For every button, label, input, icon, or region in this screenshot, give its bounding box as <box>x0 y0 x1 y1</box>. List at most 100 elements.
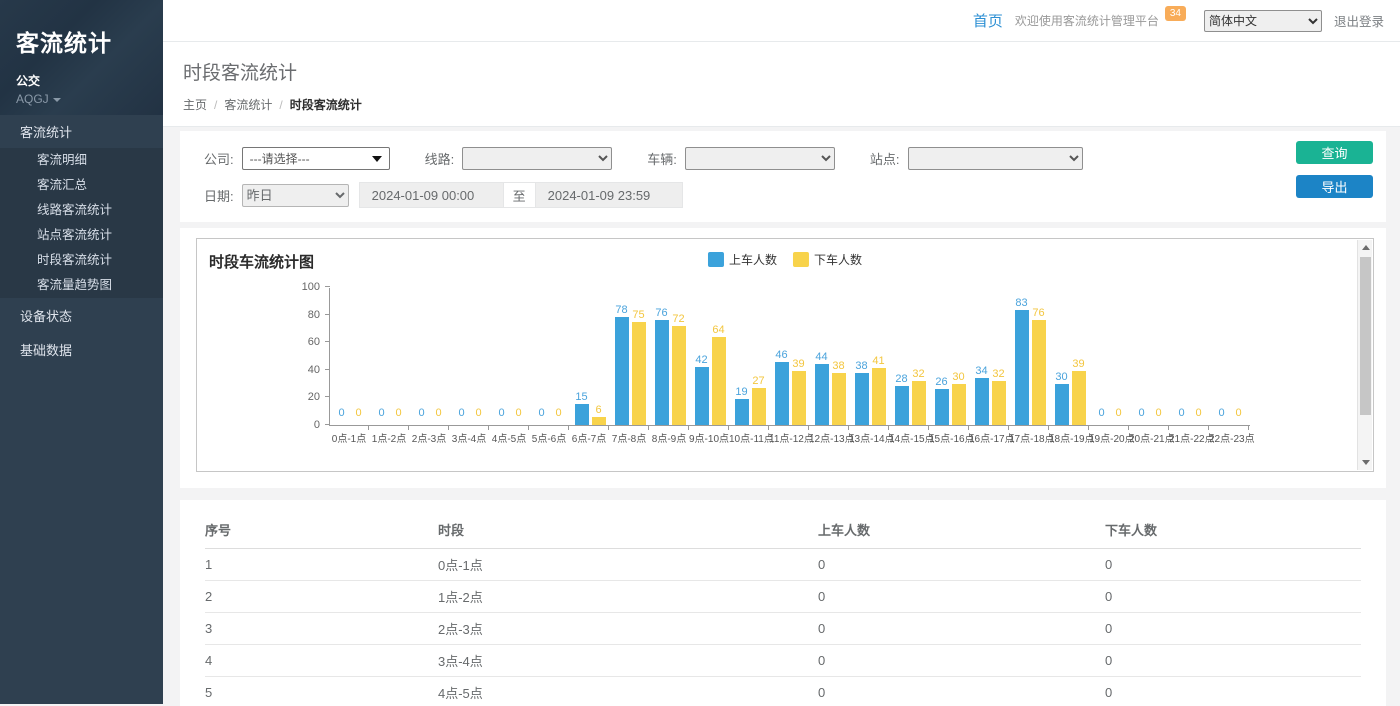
bar-value-label: 0 <box>538 407 544 419</box>
sidebar-item-4[interactable]: 站点客流统计 <box>0 223 163 248</box>
query-button[interactable]: 查询 <box>1296 141 1373 164</box>
bar[interactable] <box>615 317 629 425</box>
bar-column: 46 <box>775 287 789 425</box>
vehicle-select[interactable] <box>685 147 835 170</box>
bar-group-17: 83 76 <box>1010 287 1050 425</box>
company-select[interactable]: ---请选择--- <box>242 147 390 170</box>
home-link[interactable]: 首页 <box>973 10 1003 31</box>
sidebar-item-1[interactable]: 客流明细 <box>0 148 163 173</box>
export-button[interactable]: 导出 <box>1296 175 1373 198</box>
language-select[interactable]: 简体中文 <box>1204 10 1322 32</box>
bar[interactable] <box>952 384 966 425</box>
x-axis-label: 17点-18点 <box>1009 426 1049 445</box>
sidebar-item-6[interactable]: 客流量趋势图 <box>0 273 163 298</box>
date-preset-select[interactable]: 昨日 <box>242 184 349 207</box>
chart-scrollbar[interactable] <box>1357 240 1372 470</box>
table-cell: 3 <box>205 613 438 645</box>
scrollbar-thumb[interactable] <box>1360 257 1371 415</box>
bar-column: 0 <box>535 287 549 425</box>
bar[interactable] <box>695 367 709 425</box>
sidebar-item-8[interactable]: 基础数据 <box>0 336 163 366</box>
header-index: 序号 <box>205 510 438 549</box>
y-axis-tick: 20 <box>308 391 320 403</box>
org-name: 公交 <box>16 72 147 89</box>
breadcrumb-home[interactable]: 主页 <box>183 96 207 113</box>
x-axis-label: 19点-20点 <box>1089 426 1129 445</box>
sidebar-item-5[interactable]: 时段客流统计 <box>0 248 163 273</box>
bar[interactable] <box>592 417 606 425</box>
sidebar-menu: 客流统计客流明细客流汇总线路客流统计站点客流统计时段客流统计客流量趋势图设备状态… <box>0 118 163 366</box>
x-axis-label: 13点-14点 <box>849 426 889 445</box>
bar-column: 72 <box>672 287 686 425</box>
bar[interactable] <box>575 404 589 425</box>
scroll-down-arrow[interactable] <box>1358 455 1373 470</box>
bar[interactable] <box>912 381 926 425</box>
bar[interactable] <box>1072 371 1086 425</box>
bar-column: 76 <box>655 287 669 425</box>
bar[interactable] <box>752 388 766 425</box>
bar[interactable] <box>832 373 846 425</box>
sidebar-item-3[interactable]: 线路客流统计 <box>0 198 163 223</box>
arrow-up-icon <box>1362 245 1370 250</box>
bar[interactable] <box>632 322 646 426</box>
bar[interactable] <box>992 381 1006 425</box>
bar-value-label: 0 <box>1178 407 1184 419</box>
bar-column: 75 <box>632 287 646 425</box>
table-cell: 0点-1点 <box>438 549 818 581</box>
bar-column: 0 <box>1095 287 1109 425</box>
bar[interactable] <box>792 371 806 425</box>
bar[interactable] <box>735 399 749 425</box>
bar[interactable] <box>1032 320 1046 425</box>
bar[interactable] <box>872 368 886 425</box>
y-axis-tick-mark <box>325 314 330 315</box>
bar[interactable] <box>1015 310 1029 425</box>
bar[interactable] <box>1055 384 1069 425</box>
table-cell: 0 <box>1105 645 1361 677</box>
bar-column: 0 <box>512 287 526 425</box>
scroll-up-arrow[interactable] <box>1358 240 1373 255</box>
company-label: 公司: <box>204 149 234 168</box>
bar[interactable] <box>895 386 909 425</box>
legend-label: 下车人数 <box>814 251 862 268</box>
sidebar-item-7[interactable]: 设备状态 <box>0 302 163 332</box>
page-header: 时段客流统计 主页 / 客流统计 / 时段客流统计 <box>163 42 1400 127</box>
bar-value-label: 83 <box>1015 297 1027 309</box>
table-cell: 2 <box>205 581 438 613</box>
bar-column: 0 <box>495 287 509 425</box>
bar-value-label: 78 <box>615 304 627 316</box>
date-end-input[interactable]: 2024-01-09 23:59 <box>535 182 683 208</box>
header-period: 时段 <box>438 510 818 549</box>
org-code-dropdown[interactable]: AQGJ <box>16 92 147 106</box>
legend-swatch-icon <box>793 252 809 267</box>
breadcrumb-section[interactable]: 客流统计 <box>224 96 272 113</box>
header-boarding: 上车人数 <box>818 510 1105 549</box>
bar-column: 76 <box>1032 287 1046 425</box>
line-label: 线路: <box>425 149 455 168</box>
sidebar-item-2[interactable]: 客流汇总 <box>0 173 163 198</box>
bar[interactable] <box>815 364 829 425</box>
bar-column: 34 <box>975 287 989 425</box>
bar[interactable] <box>775 362 789 425</box>
bar-column: 38 <box>832 287 846 425</box>
bar[interactable] <box>975 378 989 425</box>
bar-column: 83 <box>1015 287 1029 425</box>
notification-badge[interactable]: 34 <box>1165 6 1186 21</box>
bar-column: 27 <box>752 287 766 425</box>
logout-link[interactable]: 退出登录 <box>1334 11 1384 30</box>
line-select[interactable] <box>462 147 612 170</box>
bar-value-label: 0 <box>1138 407 1144 419</box>
date-start-input[interactable]: 2024-01-09 00:00 <box>359 182 504 208</box>
legend-item-1[interactable]: 下车人数 <box>793 251 862 268</box>
bar[interactable] <box>855 373 869 425</box>
date-range-separator: 至 <box>504 182 535 208</box>
bar[interactable] <box>655 320 669 425</box>
table-row: 32点-3点00 <box>205 613 1361 645</box>
chart-legend: 上车人数 下车人数 <box>708 251 862 268</box>
bar[interactable] <box>935 389 949 425</box>
sidebar-item-0[interactable]: 客流统计 <box>0 118 163 148</box>
bar[interactable] <box>712 337 726 425</box>
bar[interactable] <box>672 326 686 425</box>
bar-column: 32 <box>992 287 1006 425</box>
station-select[interactable] <box>908 147 1083 170</box>
legend-item-0[interactable]: 上车人数 <box>708 251 777 268</box>
